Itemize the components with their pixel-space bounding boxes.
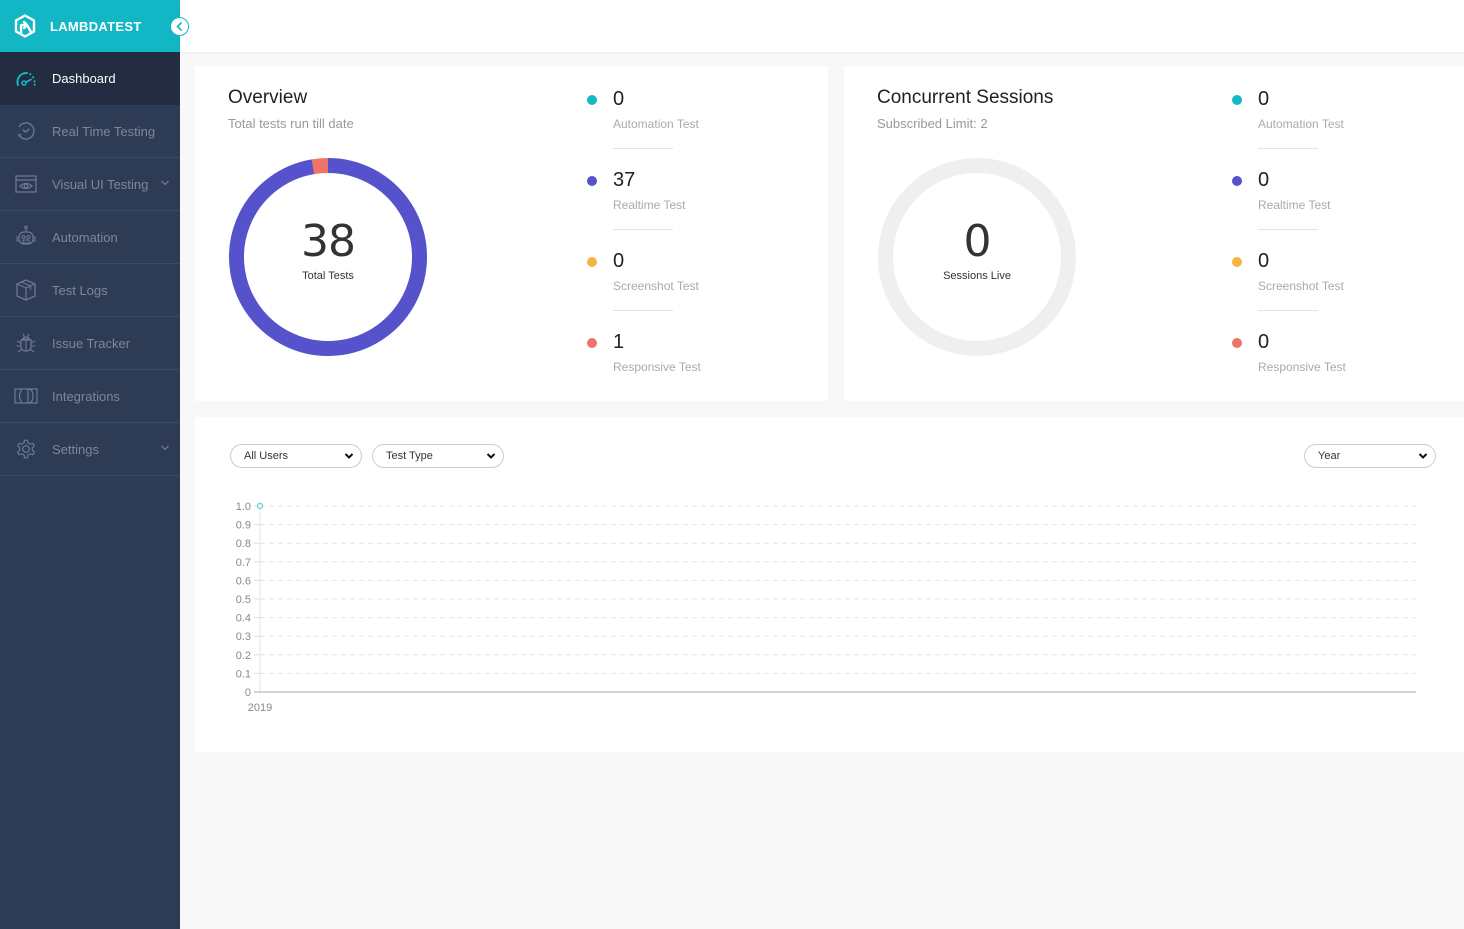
sidebar-item-settings[interactable]: Settings	[0, 423, 180, 476]
legend-label: Responsive Test	[613, 360, 701, 374]
trend-chart-card: All Users Test Type Year 0 0.1 0.2 0.3 0.4 0.…	[195, 417, 1464, 752]
sidebar-item-label: Test Logs	[52, 282, 108, 298]
sessions-subtitle: Subscribed Limit: 2	[877, 116, 988, 131]
y-tick-label: 0.6	[236, 575, 251, 587]
brand-header: LAMBDATEST	[0, 0, 189, 52]
legend-value: 0	[613, 250, 625, 272]
legend-value: 1	[613, 331, 625, 353]
sessions-title: Concurrent Sessions	[877, 87, 1054, 108]
overview-card: Overview Total tests run till date 38 To…	[195, 66, 828, 401]
sessions-donut-center: 0 Sessions Live	[877, 157, 1077, 357]
legend-dot-automation	[587, 95, 597, 105]
concurrent-sessions-card: Concurrent Sessions Subscribed Limit: 2 …	[844, 66, 1464, 401]
overview-title: Overview	[228, 87, 308, 108]
brand-name: LAMBDATEST	[50, 18, 142, 34]
eye-window-icon	[14, 172, 38, 196]
legend-label: Screenshot Test	[613, 279, 699, 293]
y-tick-label: 0.9	[236, 520, 251, 532]
sidebar-item-integrations[interactable]: Integrations	[0, 370, 180, 423]
overview-subtitle: Total tests run till date	[228, 116, 354, 131]
robot-icon	[14, 225, 38, 249]
legend-label: Automation Test	[1258, 117, 1344, 131]
legend-value: 0	[1258, 88, 1270, 110]
collapse-sidebar-button[interactable]	[170, 17, 189, 36]
legend-label: Screenshot Test	[1258, 279, 1344, 293]
legend-label: Automation Test	[613, 117, 699, 131]
y-tick-label: 0.8	[236, 538, 251, 550]
chevron-left-icon	[176, 22, 182, 31]
legend-value: 0	[1258, 331, 1270, 353]
sidebar-item-label: Dashboard	[52, 70, 116, 86]
sidebar-item-visual-ui-testing[interactable]: Visual UI Testing	[0, 158, 180, 211]
chevron-down-icon	[161, 445, 169, 451]
gear-icon	[14, 437, 38, 461]
legend-dot-responsive	[1232, 338, 1242, 348]
sidebar: LAMBDATEST Dashboard Real Time Testing V…	[0, 0, 189, 929]
sidebar-item-dashboard[interactable]: Dashboard	[0, 52, 180, 105]
legend-label: Realtime Test	[613, 198, 686, 212]
y-tick-label: 0.7	[236, 557, 251, 569]
legend-dot-realtime	[587, 176, 597, 186]
sessions-live-label: Sessions Live	[943, 270, 1011, 282]
legend-value: 0	[1258, 169, 1270, 191]
y-tick-label: 0.2	[236, 650, 251, 662]
legend-divider	[613, 310, 673, 311]
legend-value: 0	[613, 88, 625, 110]
chevron-down-icon	[161, 180, 169, 186]
tests-line-chart: 0 0.1 0.2 0.3 0.4 0.5 0.6 0.7 0.8 0.9 1.0 2019	[236, 501, 1416, 714]
integrations-icon	[14, 384, 38, 408]
legend-value: 37	[613, 169, 636, 191]
top-bar	[180, 0, 1464, 52]
y-tick-label: 0	[245, 687, 251, 699]
legend-dot-realtime	[1232, 176, 1242, 186]
legend-divider	[1258, 310, 1318, 311]
legend-divider	[613, 229, 673, 230]
sidebar-item-label: Visual UI Testing	[52, 176, 149, 192]
y-tick-label: 1.0	[236, 501, 251, 513]
sidebar-item-real-time-testing[interactable]: Real Time Testing	[0, 105, 180, 158]
legend-divider	[613, 148, 673, 149]
y-tick-label: 0.3	[236, 631, 251, 643]
speedometer-icon	[14, 66, 38, 90]
x-tick-label: 2019	[248, 702, 272, 714]
sidebar-item-automation[interactable]: Automation	[0, 211, 180, 264]
y-tick-label: 0.5	[236, 594, 251, 606]
sidebar-item-label: Automation	[52, 229, 118, 245]
total-tests-label: Total Tests	[302, 270, 354, 282]
sidebar-item-label: Real Time Testing	[52, 123, 156, 139]
y-tick-label: 0.1	[236, 668, 251, 680]
legend-dot-automation	[1232, 95, 1242, 105]
box-icon	[14, 278, 38, 302]
total-tests-value: 38	[301, 216, 356, 267]
sidebar-item-label: Settings	[52, 441, 99, 457]
sidebar-item-label: Integrations	[52, 388, 120, 404]
legend-divider	[1258, 148, 1318, 149]
overview-donut-center: 38 Total Tests	[228, 157, 428, 357]
legend-value: 0	[1258, 250, 1270, 272]
legend-label: Responsive Test	[1258, 360, 1346, 374]
sidebar-item-issue-tracker[interactable]: Issue Tracker	[0, 317, 180, 370]
legend-divider	[1258, 229, 1318, 230]
lambdatest-logo-icon	[14, 14, 36, 38]
clock-icon	[14, 119, 38, 143]
sidebar-item-test-logs[interactable]: Test Logs	[0, 264, 180, 317]
legend-dot-screenshot	[587, 257, 597, 267]
data-point[interactable]	[256, 502, 264, 510]
sidebar-item-label: Issue Tracker	[52, 335, 131, 351]
legend-dot-screenshot	[1232, 257, 1242, 267]
legend-dot-responsive	[587, 338, 597, 348]
sessions-live-value: 0	[963, 216, 992, 267]
bug-icon	[14, 331, 38, 355]
legend-label: Realtime Test	[1258, 198, 1331, 212]
y-tick-label: 0.4	[236, 613, 251, 625]
